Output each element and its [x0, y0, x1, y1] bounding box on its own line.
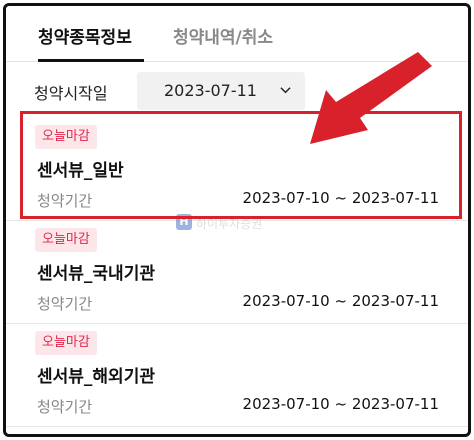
filter-label: 청약시작일 [34, 84, 108, 103]
watermark-text: 하이투자증권 [196, 217, 263, 231]
deadline-badge: 오늘마감 [35, 331, 97, 355]
date-filter: 청약시작일 2023-07-11 [6, 68, 468, 116]
deadline-badge: 오늘마감 [35, 125, 97, 149]
start-date-value: 2023-07-11 [164, 81, 257, 100]
period-value: 2023-07-10 ~ 2023-07-11 [242, 292, 439, 310]
item-name: 센서뷰_일반 [37, 161, 124, 181]
item-name: 센서뷰_해외기관 [37, 367, 155, 387]
item-name: 센서뷰_국내기관 [37, 264, 155, 284]
start-date-select[interactable]: 2023-07-11 [137, 72, 305, 110]
watermark-logo-icon: H [176, 214, 192, 230]
period-value: 2023-07-10 ~ 2023-07-11 [242, 189, 439, 207]
list-item[interactable]: 오늘마감 센서뷰_일반 청약기간 2023-07-10 ~ 2023-07-11 [6, 119, 468, 221]
list-item[interactable]: 오늘마감 센서뷰_해외기관 청약기간 2023-07-10 ~ 2023-07-… [6, 325, 468, 427]
chevron-down-icon [280, 87, 291, 94]
period-label: 청약기간 [37, 295, 93, 313]
deadline-badge: 오늘마감 [35, 228, 97, 252]
period-value: 2023-07-10 ~ 2023-07-11 [242, 395, 439, 413]
tab-bar: 청약종목정보 청약내역/취소 [6, 6, 468, 62]
tab-subscription-info[interactable]: 청약종목정보 [38, 23, 132, 48]
tab-subscription-history[interactable]: 청약내역/취소 [173, 23, 273, 48]
app-frame: 청약종목정보 청약내역/취소 청약시작일 2023-07-11 오늘마감 센서뷰… [3, 3, 471, 437]
list-item[interactable]: 오늘마감 센서뷰_국내기관 청약기간 2023-07-10 ~ 2023-07-… [6, 222, 468, 324]
period-label: 청약기간 [37, 398, 93, 416]
active-tab-indicator [38, 59, 144, 62]
period-label: 청약기간 [37, 192, 93, 210]
watermark: H 하이투자증권 [176, 212, 316, 234]
